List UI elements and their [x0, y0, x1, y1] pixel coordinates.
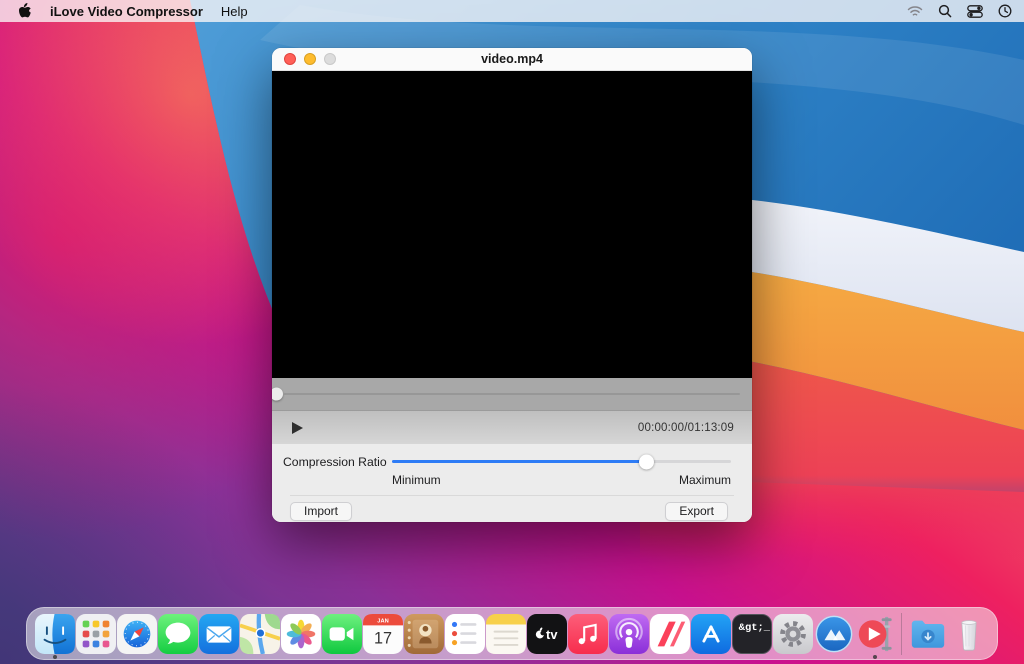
dock-item-blue-mountain-app[interactable] — [814, 614, 854, 654]
seek-track[interactable] — [284, 393, 740, 395]
spotlight-search-icon[interactable] — [938, 4, 952, 18]
compression-panel: Compression Ratio Minimum Maximum Import… — [272, 444, 752, 522]
zoom-button-disabled — [324, 53, 336, 65]
close-button[interactable] — [284, 53, 296, 65]
playback-controls: 00:00:00/01:13:09 — [272, 411, 752, 444]
tv-label-text: tv — [546, 627, 558, 642]
compression-slider[interactable] — [392, 454, 731, 469]
minimize-button[interactable] — [304, 53, 316, 65]
music-icon — [568, 614, 608, 654]
dock-item-downloads-folder[interactable] — [908, 614, 948, 654]
dock-item-calendar[interactable]: JAN 17 — [363, 614, 403, 654]
calendar-icon: JAN 17 — [363, 614, 403, 654]
dock-separator — [901, 613, 902, 655]
import-button[interactable]: Import — [290, 502, 352, 521]
window-title: video.mp4 — [272, 52, 752, 66]
dock-item-launchpad[interactable] — [76, 614, 116, 654]
control-center-icon[interactable] — [967, 5, 983, 18]
play-button[interactable] — [292, 420, 308, 436]
dock-item-safari[interactable] — [117, 614, 157, 654]
apple-menu[interactable] — [18, 3, 32, 19]
wifi-icon[interactable] — [907, 5, 923, 18]
window-titlebar[interactable]: video.mp4 — [272, 48, 752, 71]
running-indicator — [53, 655, 57, 659]
dock-item-mail[interactable] — [199, 614, 239, 654]
downloads-folder-icon — [908, 614, 948, 654]
mail-icon — [199, 614, 239, 654]
podcasts-icon — [609, 614, 649, 654]
dock-item-podcasts[interactable] — [609, 614, 649, 654]
calendar-month-text: JAN — [377, 618, 388, 624]
photos-icon — [281, 614, 321, 654]
compression-ratio-label: Compression Ratio — [283, 455, 392, 469]
dock-item-system-preferences[interactable] — [773, 614, 813, 654]
dock-item-finder[interactable] — [35, 614, 75, 654]
blue-mountain-app-icon — [814, 614, 854, 654]
video-canvas — [272, 71, 752, 378]
traffic-lights — [284, 53, 336, 65]
messages-icon — [158, 614, 198, 654]
dock-item-maps[interactable] — [240, 614, 280, 654]
compression-slider-fill — [392, 460, 646, 463]
menu-bar: iLove Video Compressor Help — [0, 0, 1024, 22]
maps-icon — [240, 614, 280, 654]
clock-icon[interactable] — [998, 4, 1012, 18]
app-store-icon — [691, 614, 731, 654]
facetime-icon — [322, 614, 362, 654]
terminal-glyph-text: &gt;_ — [739, 622, 771, 634]
ilove-video-compressor-icon — [855, 614, 895, 654]
dock-item-reminders[interactable] — [445, 614, 485, 654]
dock-item-music[interactable] — [568, 614, 608, 654]
compression-slider-handle[interactable] — [639, 454, 654, 469]
dock-item-photos[interactable] — [281, 614, 321, 654]
dock-item-apple-tv[interactable]: tv — [527, 614, 567, 654]
app-window: video.mp4 00:00:00/01:13:09 Compression … — [272, 48, 752, 522]
terminal-icon: &gt;_ — [732, 614, 772, 654]
reminders-icon — [445, 614, 485, 654]
slider-max-label: Maximum — [679, 473, 731, 487]
calendar-day-text: 17 — [374, 629, 392, 647]
running-indicator — [873, 655, 877, 659]
dock-item-facetime[interactable] — [322, 614, 362, 654]
play-icon — [292, 422, 303, 434]
finder-icon — [35, 614, 75, 654]
dock-item-messages[interactable] — [158, 614, 198, 654]
dock-item-ilove-video-compressor[interactable] — [855, 614, 895, 654]
menu-help[interactable]: Help — [221, 4, 248, 19]
dock-item-app-store[interactable] — [691, 614, 731, 654]
launchpad-icon — [76, 614, 116, 654]
dock-item-notes[interactable] — [486, 614, 526, 654]
dock: JAN 17 — [26, 607, 998, 660]
contacts-icon — [404, 614, 444, 654]
dock-item-contacts[interactable] — [404, 614, 444, 654]
trash-icon — [949, 614, 989, 654]
seek-handle[interactable] — [272, 388, 283, 401]
dock-item-terminal[interactable]: &gt;_ — [732, 614, 772, 654]
export-button[interactable]: Export — [665, 502, 728, 521]
news-icon — [650, 614, 690, 654]
system-preferences-icon — [773, 614, 813, 654]
dock-item-trash[interactable] — [949, 614, 989, 654]
notes-icon — [486, 614, 526, 654]
time-display: 00:00:00/01:13:09 — [638, 422, 734, 434]
dock-item-news[interactable] — [650, 614, 690, 654]
seek-bar[interactable] — [272, 378, 752, 411]
safari-icon — [117, 614, 157, 654]
app-menu-title[interactable]: iLove Video Compressor — [50, 4, 203, 19]
apple-tv-icon: tv — [527, 614, 567, 654]
slider-min-label: Minimum — [392, 473, 441, 487]
desktop: iLove Video Compressor Help video.mp4 — [0, 0, 1024, 664]
